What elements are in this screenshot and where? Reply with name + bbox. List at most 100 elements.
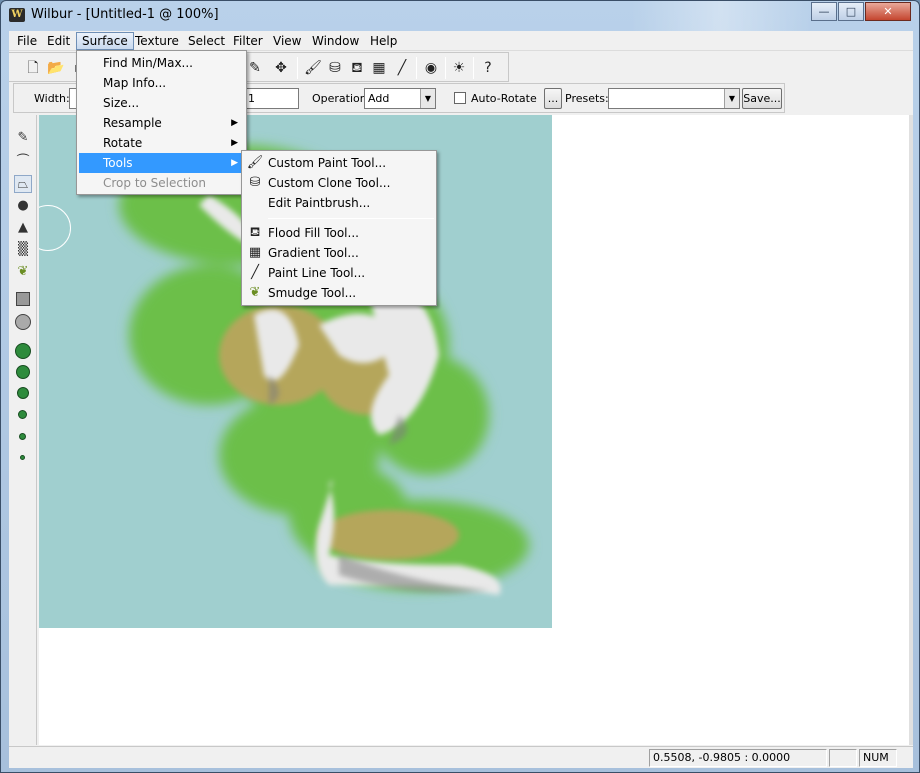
chevron-down-icon[interactable]: ▼ xyxy=(724,89,739,108)
new-file-icon[interactable]: 🗋 xyxy=(23,58,43,78)
menu-item-label: Flood Fill Tool... xyxy=(268,226,359,240)
brush-icon[interactable]: ✎ xyxy=(245,58,265,78)
coordinate-readout: 0.5508, -0.9805 : 0.0000 xyxy=(649,749,827,767)
save-preset-button[interactable]: Save... xyxy=(742,88,782,109)
light-icon[interactable]: ☀ xyxy=(449,58,469,78)
presets-select[interactable]: ▼ xyxy=(608,88,740,109)
vertical-scrollbar[interactable] xyxy=(909,115,913,745)
operation-select[interactable]: Add ▼ xyxy=(364,88,436,109)
menu-custom-paint-tool[interactable]: 🖌 Custom Paint Tool... xyxy=(244,153,434,173)
render-globe-icon[interactable]: ◉ xyxy=(421,58,441,78)
window-title: Wilbur - [Untitled-1 @ 100%] xyxy=(31,7,219,22)
menu-view[interactable]: View xyxy=(268,32,306,50)
gradient-icon[interactable]: ▦ xyxy=(369,58,389,78)
menu-item-label: Paint Line Tool... xyxy=(268,266,366,280)
num-lock-indicator: NUM xyxy=(859,749,897,767)
toolbar-separator xyxy=(297,57,298,79)
submenu-arrow-icon: ▶ xyxy=(231,118,238,128)
brush-size-s[interactable] xyxy=(18,410,27,419)
menu-edit[interactable]: Edit xyxy=(42,32,75,50)
smudge-icon[interactable]: ❦ xyxy=(14,263,32,281)
menu-rotate[interactable]: Rotate ▶ xyxy=(79,133,244,153)
tools-submenu: 🖌 Custom Paint Tool... ⛁ Custom Clone To… xyxy=(241,150,437,306)
flood-fill-icon[interactable]: ⛾ xyxy=(347,58,367,78)
operation-label: Operation: xyxy=(312,92,371,105)
droplet-icon[interactable]: ● xyxy=(14,197,32,215)
surface-menu: Find Min/Max... Map Info... Size... Resa… xyxy=(76,50,247,195)
brush-icon[interactable]: ✎ xyxy=(14,129,32,147)
menu-find-min-max[interactable]: Find Min/Max... xyxy=(79,53,244,73)
menu-item-label: Custom Paint Tool... xyxy=(268,156,387,170)
menu-window[interactable]: Window xyxy=(307,32,364,50)
title-decoration xyxy=(631,1,811,31)
round-brush-icon[interactable] xyxy=(15,314,31,330)
menu-smudge-tool[interactable]: ❦ Smudge Tool... xyxy=(244,283,434,303)
title-bar[interactable]: W Wilbur - [Untitled-1 @ 100%] — □ ✕ xyxy=(1,1,919,31)
brush-size-m[interactable] xyxy=(17,387,29,399)
chevron-down-icon[interactable]: ▼ xyxy=(420,89,435,108)
app-window: W Wilbur - [Untitled-1 @ 100%] — □ ✕ Fil… xyxy=(0,0,920,773)
clone-stamp-icon: ⛁ xyxy=(249,175,261,190)
menu-filter[interactable]: Filter xyxy=(228,32,268,50)
minimize-button[interactable]: — xyxy=(811,2,837,21)
menu-crop-to-selection[interactable]: Crop to Selection xyxy=(79,173,244,193)
terrain-plateau-icon[interactable]: ⏢ xyxy=(14,175,32,193)
menu-gradient-tool[interactable]: ▦ Gradient Tool... xyxy=(244,243,434,263)
menu-edit-paintbrush[interactable]: Edit Paintbrush... xyxy=(244,193,434,213)
menu-paint-line-tool[interactable]: ╱ Paint Line Tool... xyxy=(244,263,434,283)
menu-item-label: Resample xyxy=(103,116,162,130)
menu-item-label: Size... xyxy=(103,96,140,110)
move-icon[interactable]: ✥ xyxy=(271,58,291,78)
menu-item-label: Map Info... xyxy=(103,76,167,90)
left-toolbar: ✎ ⏜ ⏢ ● ▲ ▒ ❦ xyxy=(9,115,37,745)
brush-size-l[interactable] xyxy=(16,365,30,379)
help-icon[interactable]: ? xyxy=(478,58,498,78)
menu-custom-clone-tool[interactable]: ⛁ Custom Clone Tool... xyxy=(244,173,434,193)
noise-icon[interactable]: ▒ xyxy=(14,241,32,259)
operation-value: Add xyxy=(368,92,390,105)
menu-flood-fill-tool[interactable]: ⛾ Flood Fill Tool... xyxy=(244,223,434,243)
menu-select[interactable]: Select xyxy=(183,32,230,50)
value-field[interactable]: 1 xyxy=(244,88,299,109)
presets-label: Presets: xyxy=(565,92,609,105)
menu-item-label: Crop to Selection xyxy=(103,176,206,190)
open-folder-icon[interactable]: 📂 xyxy=(46,58,66,78)
menu-resample[interactable]: Resample ▶ xyxy=(79,113,244,133)
menu-surface[interactable]: Surface xyxy=(76,32,134,50)
clone-stamp-icon[interactable]: ⛁ xyxy=(325,58,345,78)
toolbar-separator xyxy=(473,57,474,79)
menu-texture[interactable]: Texture xyxy=(130,32,184,50)
menu-separator xyxy=(268,218,434,219)
paint-line-icon[interactable]: ╱ xyxy=(392,58,412,78)
app-icon[interactable]: W xyxy=(9,8,25,22)
square-brush-icon[interactable] xyxy=(16,292,30,306)
auto-rotate-checkbox[interactable] xyxy=(454,92,466,104)
paint-brush-icon: 🖌 xyxy=(246,155,264,170)
toolbar-separator xyxy=(445,57,446,79)
menu-map-info[interactable]: Map Info... xyxy=(79,73,244,93)
menu-item-label: Edit Paintbrush... xyxy=(268,196,371,210)
menu-item-label: Gradient Tool... xyxy=(268,246,359,260)
menu-item-label: Tools xyxy=(103,156,133,170)
smudge-icon: ❦ xyxy=(249,285,261,300)
peak-icon[interactable]: ▲ xyxy=(14,219,32,237)
menu-size[interactable]: Size... xyxy=(79,93,244,113)
maximize-button[interactable]: □ xyxy=(838,2,864,21)
gradient-icon: ▦ xyxy=(248,245,262,260)
flood-fill-icon: ⛾ xyxy=(249,225,261,240)
brush-size-xs[interactable] xyxy=(19,433,26,440)
menu-help[interactable]: Help xyxy=(365,32,402,50)
menu-item-label: Find Min/Max... xyxy=(103,56,193,70)
menu-file[interactable]: File xyxy=(12,32,42,50)
options-ellipsis-button[interactable]: ... xyxy=(544,88,562,109)
submenu-arrow-icon: ▶ xyxy=(231,138,238,148)
brush-size-xl[interactable] xyxy=(15,343,31,359)
terrain-raise-icon[interactable]: ⏜ xyxy=(14,153,32,171)
paint-brush-icon[interactable]: 🖌 xyxy=(303,58,323,78)
close-button[interactable]: ✕ xyxy=(865,2,911,21)
width-label: Width: xyxy=(34,92,70,105)
brush-size-xxs[interactable] xyxy=(20,455,25,460)
document-canvas[interactable] xyxy=(39,115,913,745)
menu-item-label: Rotate xyxy=(103,136,143,150)
menu-tools[interactable]: Tools ▶ xyxy=(79,153,244,173)
